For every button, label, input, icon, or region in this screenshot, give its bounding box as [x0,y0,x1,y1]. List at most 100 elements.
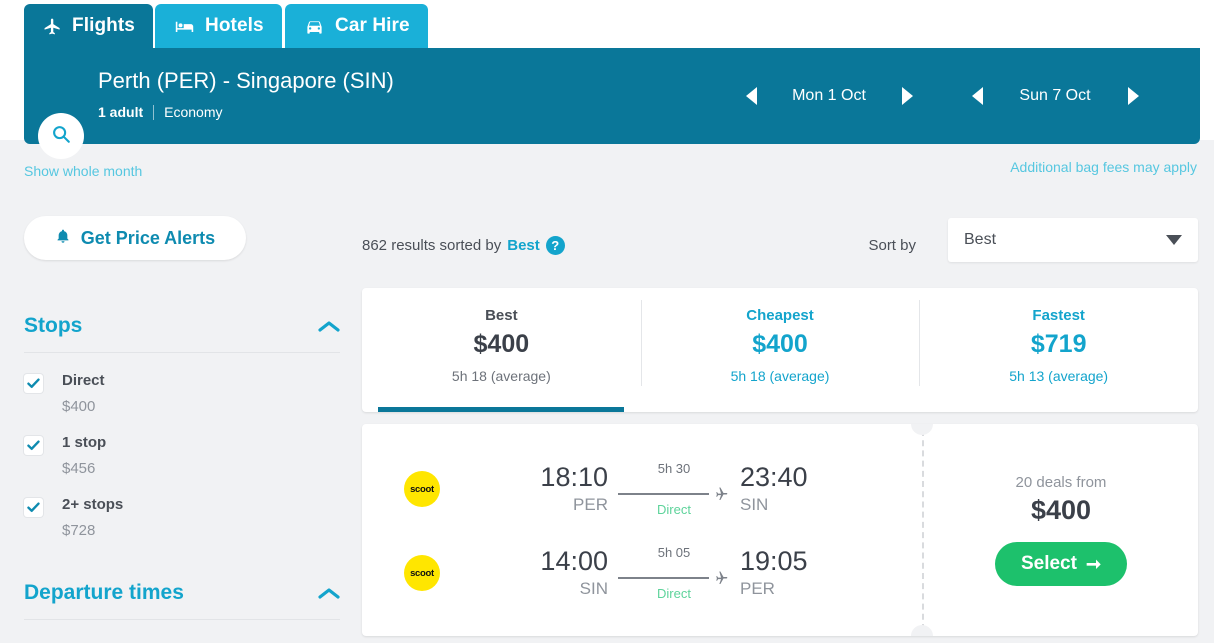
inbound-next-day-button[interactable] [1118,73,1148,119]
summary-tab-average: 5h 18 (average) [730,368,830,384]
results-sort-link[interactable]: Best [507,237,540,254]
results-count-text: 862 results sorted by [362,237,502,254]
bed-icon [173,17,196,36]
leg-arrival: 19:05 PER [740,547,852,598]
filter-title-stops: Stops [24,314,83,337]
departure-airport-code: SIN [579,578,608,598]
tab-flights[interactable]: Flights [24,4,153,48]
tab-hotels-label: Hotels [205,15,264,36]
leg-stops: Direct [657,502,691,517]
itinerary-leg-outbound: scoot 18:10 PER 5h 30 Direct 23:40 SIN [404,456,904,522]
airline-logo-icon: scoot [404,471,440,507]
chevron-down-icon [1166,235,1182,245]
outbound-date-nav: Mon 1 Oct [736,73,922,119]
tab-flights-label: Flights [72,15,135,36]
filter-header-departure-times[interactable]: Departure times [24,581,340,620]
inbound-date[interactable]: Sun 7 Oct [992,87,1118,105]
sort-by-label: Sort by [868,237,916,254]
leg-line [618,486,730,502]
stops-option-list: Direct $400 1 stop $456 2+ stops $728 [24,373,340,539]
arrival-airport-code: SIN [740,494,769,514]
summary-tab-average: 5h 18 (average) [451,368,551,384]
checkbox-direct[interactable] [24,374,43,393]
chevron-left-icon [745,87,757,105]
show-whole-month-link[interactable]: Show whole month [24,163,142,179]
outbound-prev-day-button[interactable] [736,73,766,119]
flight-search-page: Flights Hotels Car Hire Perth (PER) - Si… [0,0,1214,643]
outbound-next-day-button[interactable] [892,73,922,119]
summary-tab-price: $400 [752,330,808,358]
bell-icon [55,227,71,250]
deals-panel: 20 deals from $400 Select ➞ [924,424,1198,636]
checkbox-2-plus-stops[interactable] [24,498,43,517]
filter-header-stops[interactable]: Stops [24,314,340,353]
airline-logo-icon: scoot [404,555,440,591]
plane-right-icon [712,570,730,586]
plane-right-icon [712,486,730,502]
filter-option-label: 1 stop [62,434,107,451]
filter-option-price: $400 [62,398,96,415]
results-count: 862 results sorted by Best ? [362,236,565,255]
deals-count: 20 deals from [1015,474,1107,491]
leg-departure: 14:00 SIN [496,547,608,598]
leg-line [618,570,730,586]
checkbox-1-stop[interactable] [24,436,43,455]
results-toolbar: 862 results sorted by Best ? Sort by Bes… [362,216,1198,278]
summary-tab-label: Cheapest [746,307,814,324]
summary-tab-label: Fastest [1032,307,1085,324]
leg-line-segment [618,577,709,579]
flight-result-card[interactable]: scoot 18:10 PER 5h 30 Direct 23:40 SIN s… [362,424,1198,636]
leg-stops: Direct [657,586,691,601]
leg-duration-block: 5h 30 Direct [618,461,730,517]
tab-car-hire[interactable]: Car Hire [285,4,428,48]
filter-option-1-stop[interactable]: 1 stop $456 [24,435,340,477]
filter-option-price: $728 [62,522,96,539]
leg-line-segment [618,493,709,495]
leg-duration-block: 5h 05 Direct [618,545,730,601]
summary-tab-cheapest[interactable]: Cheapest $400 5h 18 (average) [640,288,920,412]
bag-fees-link[interactable]: Additional bag fees may apply [1010,159,1197,175]
select-button[interactable]: Select ➞ [995,542,1127,586]
sort-by-select[interactable]: Best [948,218,1198,262]
departure-time: 14:00 [540,546,608,577]
inbound-prev-day-button[interactable] [962,73,992,119]
product-tabs: Flights Hotels Car Hire [0,0,1214,48]
summary-tab-label: Best [485,307,518,324]
summary-tab-best[interactable]: Best $400 5h 18 (average) [362,288,641,412]
results-column: 862 results sorted by Best ? Sort by Bes… [362,216,1198,636]
departure-airport-code: PER [573,494,608,514]
leg-arrival: 23:40 SIN [740,463,852,514]
chevron-up-icon [318,320,340,333]
leg-duration: 5h 30 [657,461,691,476]
arrival-time: 19:05 [740,546,808,577]
cabin-class: Economy [164,104,223,120]
filter-option-price: $456 [62,460,96,477]
route-title: Perth (PER) - Singapore (SIN) [98,68,394,93]
filter-option-2-plus-stops[interactable]: 2+ stops $728 [24,497,340,539]
filter-option-direct[interactable]: Direct $400 [24,373,340,415]
tab-car-hire-label: Car Hire [335,15,410,36]
summary-tab-fastest[interactable]: Fastest $719 5h 13 (average) [919,288,1198,412]
leg-duration: 5h 05 [657,545,691,560]
leg-departure: 18:10 PER [496,463,608,514]
car-icon [303,17,326,36]
inbound-date-nav: Sun 7 Oct [962,73,1148,119]
filters-sidebar: Get Price Alerts Stops Direct $400 1 sto… [24,216,340,620]
filter-option-label: 2+ stops [62,496,124,513]
deals-price: $400 [1030,495,1092,525]
sort-by-value: Best [964,231,997,248]
filter-option-label: Direct [62,372,105,389]
tab-hotels[interactable]: Hotels [155,4,282,48]
itinerary-leg-return: scoot 14:00 SIN 5h 05 Direct 19:05 PER [404,540,904,606]
get-price-alerts-button[interactable]: Get Price Alerts [24,216,246,260]
departure-time: 18:10 [540,462,608,493]
summary-tabs: Best $400 5h 18 (average) Cheapest $400 … [362,288,1198,412]
search-button[interactable] [38,113,84,159]
outbound-date[interactable]: Mon 1 Oct [766,87,892,105]
active-tab-indicator [378,407,624,412]
magnifier-icon [50,123,72,150]
chevron-right-icon [1127,87,1139,105]
chevron-up-icon [318,587,340,600]
chevron-right-icon [901,87,913,105]
question-mark-icon[interactable]: ? [545,236,565,255]
